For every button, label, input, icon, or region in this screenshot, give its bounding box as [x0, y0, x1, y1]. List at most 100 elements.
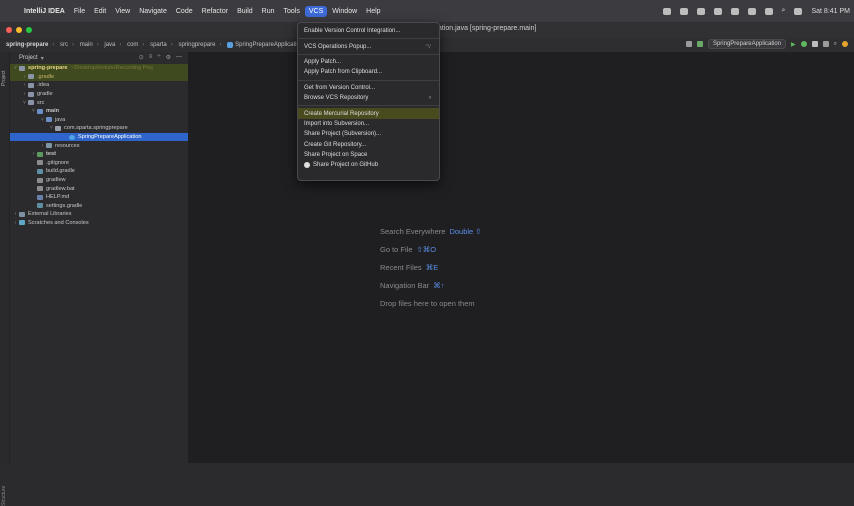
- tree-item[interactable]: .gitignore: [10, 159, 188, 168]
- menu-item-get-from-vcs[interactable]: Get from Version Control...: [298, 83, 439, 93]
- chevron-down-icon[interactable]: ˅: [39, 117, 46, 123]
- tree-item-root[interactable]: ˅ spring-prepare ~/Desktop/lecture/Recordi…: [10, 64, 188, 73]
- tree-item[interactable]: build.gradle: [10, 167, 188, 176]
- user-icon[interactable]: [685, 41, 692, 47]
- control-center-icon[interactable]: [794, 7, 803, 15]
- breadcrumb-item[interactable]: sparta: [150, 42, 167, 48]
- menu-item-share-subversion[interactable]: Share Project (Subversion)...: [298, 129, 439, 139]
- tree-item[interactable]: › Scratches and Consoles: [10, 219, 188, 228]
- chevron-down-icon[interactable]: ˅: [48, 125, 55, 131]
- menu-item-import-subversion[interactable]: Import into Subversion...: [298, 119, 439, 129]
- tree-item[interactable]: ˅ main: [10, 107, 188, 116]
- menu-item-share-space[interactable]: Share Project on Space: [298, 150, 439, 160]
- menu-item-vcs-operations-popup[interactable]: VCS Operations Popup... ^V: [298, 41, 439, 51]
- menu-navigate[interactable]: Navigate: [135, 6, 171, 17]
- tray-app-icon[interactable]: [747, 7, 756, 15]
- tree-item[interactable]: › gradle: [10, 90, 188, 99]
- menu-item-apply-patch-clipboard[interactable]: Apply Patch from Clipboard...: [298, 67, 439, 77]
- chevron-down-icon[interactable]: ˅: [21, 100, 28, 106]
- file-icon: [37, 160, 43, 166]
- hide-icon[interactable]: —: [176, 54, 182, 61]
- tree-item[interactable]: › .gradle: [10, 72, 188, 82]
- tree-item[interactable]: › .idea: [10, 81, 188, 90]
- breadcrumb-item[interactable]: spring-prepare: [6, 42, 48, 48]
- breadcrumb-item[interactable]: src: [60, 42, 68, 48]
- menu-view[interactable]: View: [111, 6, 134, 17]
- tree-item[interactable]: › External Libraries: [10, 210, 188, 219]
- tree-item[interactable]: settings.gradle: [10, 202, 188, 211]
- tray-app-icon[interactable]: [679, 7, 688, 15]
- search-icon[interactable]: ⌕: [834, 41, 837, 48]
- tree-item[interactable]: ˅ src: [10, 98, 188, 107]
- tree-item-selected[interactable]: SpringPrepareApplication: [10, 132, 188, 142]
- coverage-icon[interactable]: [811, 41, 818, 47]
- build-icon[interactable]: [696, 41, 703, 47]
- breadcrumb-item[interactable]: springprepare: [178, 42, 215, 48]
- editor-area[interactable]: [189, 52, 854, 463]
- tray-app-icon[interactable]: [662, 7, 671, 15]
- breadcrumb-item[interactable]: com: [127, 42, 138, 48]
- chevron-right-icon[interactable]: ›: [39, 143, 46, 149]
- breadcrumb-item[interactable]: java: [104, 42, 115, 48]
- menu-item-create-git-repository[interactable]: Create Git Repository...: [298, 140, 439, 150]
- chevron-right-icon[interactable]: ›: [21, 74, 28, 80]
- expand-all-icon[interactable]: ÷: [157, 54, 160, 61]
- tree-item[interactable]: gradlew: [10, 176, 188, 185]
- chevron-right-icon[interactable]: ›: [12, 211, 19, 217]
- tree-item[interactable]: › resources: [10, 141, 188, 150]
- chevron-right-icon[interactable]: ›: [30, 151, 37, 157]
- chevron-right-icon[interactable]: ›: [12, 220, 19, 226]
- tray-app-icon[interactable]: [696, 7, 705, 15]
- tree-item[interactable]: › test: [10, 150, 188, 159]
- menu-vcs[interactable]: VCS: [304, 5, 328, 17]
- tree-item[interactable]: HELP.md: [10, 193, 188, 202]
- menu-app[interactable]: IntelliJ IDEA: [20, 6, 69, 17]
- clock[interactable]: Sat 8:41 PM: [811, 8, 850, 15]
- project-view-select[interactable]: Project: [19, 55, 38, 61]
- wifi-icon[interactable]: [764, 7, 773, 15]
- menu-window[interactable]: Window: [328, 6, 361, 17]
- structure-stripe-button[interactable]: Structure: [1, 486, 7, 506]
- menu-run[interactable]: Run: [258, 6, 279, 17]
- project-stripe-button[interactable]: Project: [1, 70, 7, 86]
- menu-refactor[interactable]: Refactor: [198, 6, 232, 17]
- zoom-window-button[interactable]: [26, 27, 32, 33]
- search-icon[interactable]: ⌕: [782, 7, 786, 15]
- collapse-all-icon[interactable]: ≡: [149, 54, 153, 61]
- tree-item[interactable]: ˅ java: [10, 116, 188, 125]
- menu-tools[interactable]: Tools: [280, 6, 304, 17]
- menu-code[interactable]: Code: [172, 6, 197, 17]
- ide-logo-icon[interactable]: [842, 41, 848, 47]
- menu-item-enable-vcs[interactable]: Enable Version Control Integration...: [298, 26, 439, 36]
- breadcrumb-item[interactable]: main: [80, 42, 93, 48]
- run-icon[interactable]: ▶: [791, 41, 796, 48]
- minimize-window-button[interactable]: [16, 27, 22, 33]
- project-panel: Project ▾ ⊙ ≡ ÷ ⚙ — ˅ spring-prepare ~/Des…: [10, 52, 189, 463]
- menu-build[interactable]: Build: [233, 6, 257, 17]
- tray-app-icon[interactable]: [713, 7, 722, 15]
- tray-app-icon[interactable]: [730, 7, 739, 15]
- debug-icon[interactable]: [800, 41, 807, 47]
- run-configuration-select[interactable]: SpringPrepareApplication: [707, 39, 786, 49]
- menu-item-apply-patch[interactable]: Apply Patch...: [298, 57, 439, 67]
- chevron-down-icon[interactable]: ▾: [41, 55, 44, 62]
- macos-menu-bar: IntelliJ IDEA File Edit View Navigate Co…: [0, 0, 854, 22]
- hint-search-everywhere: Search Everywhere Double ⇧: [380, 226, 482, 236]
- menu-file[interactable]: File: [70, 6, 89, 17]
- chevron-down-icon[interactable]: ˅: [30, 108, 37, 114]
- menu-edit[interactable]: Edit: [90, 6, 110, 17]
- tree-item[interactable]: gradlew.bat: [10, 184, 188, 193]
- gear-icon[interactable]: ⚙: [166, 54, 171, 61]
- menu-item-share-github[interactable]: Share Project on GitHub: [298, 160, 439, 170]
- tree-item[interactable]: ˅ com.sparta.springprepare: [10, 124, 188, 133]
- breadcrumb-item[interactable]: SpringPrepareApplication: [227, 42, 303, 48]
- more-actions-icon[interactable]: [822, 41, 829, 47]
- chevron-right-icon[interactable]: ›: [21, 82, 28, 88]
- menu-help[interactable]: Help: [362, 6, 384, 17]
- close-window-button[interactable]: [6, 27, 12, 33]
- menu-item-browse-vcs-repository[interactable]: Browse VCS Repository ›: [298, 93, 439, 103]
- chevron-down-icon[interactable]: ˅: [12, 65, 19, 71]
- chevron-right-icon[interactable]: ›: [21, 91, 28, 97]
- menu-item-create-mercurial-repository[interactable]: Create Mercurial Repository: [298, 108, 439, 119]
- select-opened-file-icon[interactable]: ⊙: [139, 54, 144, 61]
